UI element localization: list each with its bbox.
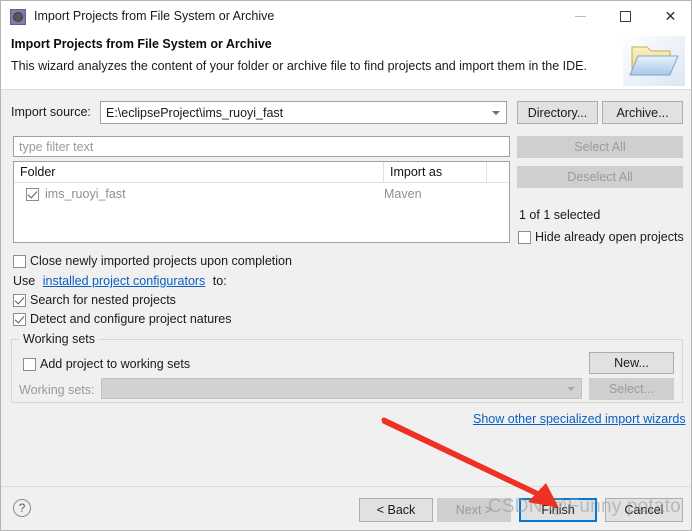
search-nested-checkbox[interactable]: Search for nested projects — [13, 293, 176, 307]
page-description: This wizard analyzes the content of your… — [11, 59, 587, 73]
title-bar: Import Projects from File System or Arch… — [1, 1, 691, 32]
table-header: Folder Import as — [14, 162, 509, 183]
maximize-button[interactable] — [603, 1, 648, 32]
column-header-folder[interactable]: Folder — [14, 162, 384, 182]
chevron-down-icon — [567, 386, 575, 391]
eclipse-icon — [10, 8, 26, 25]
column-header-import-as[interactable]: Import as — [384, 162, 487, 182]
hide-open-projects-checkbox[interactable]: Hide already open projects — [518, 230, 684, 244]
configurators-row: Use installed project configurators to: — [13, 274, 227, 288]
row-checkbox-icon[interactable] — [26, 187, 39, 201]
projects-table[interactable]: Folder Import as ims_ruoyi_fast Maven — [13, 161, 510, 243]
filter-placeholder: type filter text — [19, 139, 94, 154]
add-to-working-sets-label: Add project to working sets — [40, 357, 191, 371]
table-cell-import-as: Maven — [384, 187, 422, 201]
page-title: Import Projects from File System or Arch… — [11, 37, 272, 51]
row-folder-name: ims_ruoyi_fast — [45, 187, 126, 201]
select-working-set-button[interactable]: Select... — [589, 378, 674, 400]
new-working-set-button[interactable]: New... — [589, 352, 674, 374]
import-source-value: E:\eclipseProject\ims_ruoyi_fast — [106, 105, 284, 120]
close-icon[interactable]: ✕ — [648, 1, 691, 32]
wizard-header: Import Projects from File System or Arch… — [1, 32, 691, 89]
close-projects-label: Close newly imported projects upon compl… — [30, 254, 292, 268]
checkbox-icon — [13, 254, 26, 268]
dialog-body: Import source: E:\eclipseProject\ims_ruo… — [1, 90, 691, 486]
add-to-working-sets-checkbox[interactable]: Add project to working sets — [23, 357, 190, 371]
table-row[interactable]: ims_ruoyi_fast Maven — [14, 183, 509, 205]
search-nested-label: Search for nested projects — [30, 293, 176, 307]
working-sets-group-title: Working sets — [19, 332, 100, 346]
folder-icon — [623, 36, 685, 86]
archive-button[interactable]: Archive... — [602, 101, 683, 124]
column-header-spacer — [487, 162, 505, 182]
chevron-down-icon — [492, 110, 500, 115]
other-wizards-link[interactable]: Show other specialized import wizards — [473, 412, 686, 426]
import-source-combo[interactable]: E:\eclipseProject\ims_ruoyi_fast — [100, 101, 507, 124]
window-title: Import Projects from File System or Arch… — [34, 9, 275, 23]
checkbox-icon — [23, 357, 36, 371]
use-suffix-label: to: — [212, 274, 227, 288]
import-source-label: Import source: — [11, 105, 91, 119]
help-icon[interactable]: ? — [13, 499, 31, 517]
filter-input[interactable]: type filter text — [13, 136, 510, 157]
selection-status: 1 of 1 selected — [519, 208, 601, 222]
installed-configurators-link[interactable]: installed project configurators — [43, 274, 206, 288]
hide-open-projects-label: Hide already open projects — [535, 230, 684, 244]
directory-button[interactable]: Directory... — [517, 101, 598, 124]
deselect-all-button[interactable]: Deselect All — [517, 166, 683, 188]
select-all-button[interactable]: Select All — [517, 136, 683, 158]
checkbox-icon — [518, 230, 531, 244]
checkbox-icon — [13, 312, 26, 326]
minimize-button[interactable] — [558, 1, 603, 32]
close-projects-checkbox[interactable]: Close newly imported projects upon compl… — [13, 254, 292, 268]
use-prefix-label: Use — [13, 274, 36, 288]
window-controls: ✕ — [558, 1, 691, 32]
detect-natures-checkbox[interactable]: Detect and configure project natures — [13, 312, 232, 326]
watermark: CSDN @Funny potato — [488, 496, 681, 517]
working-sets-label: Working sets: — [19, 383, 95, 397]
detect-natures-label: Detect and configure project natures — [30, 312, 232, 326]
back-button[interactable]: < Back — [359, 498, 433, 522]
table-cell-folder: ims_ruoyi_fast — [26, 187, 384, 201]
import-projects-dialog: Import Projects from File System or Arch… — [0, 0, 692, 531]
checkbox-icon — [13, 293, 26, 307]
working-sets-combo[interactable] — [101, 378, 582, 399]
